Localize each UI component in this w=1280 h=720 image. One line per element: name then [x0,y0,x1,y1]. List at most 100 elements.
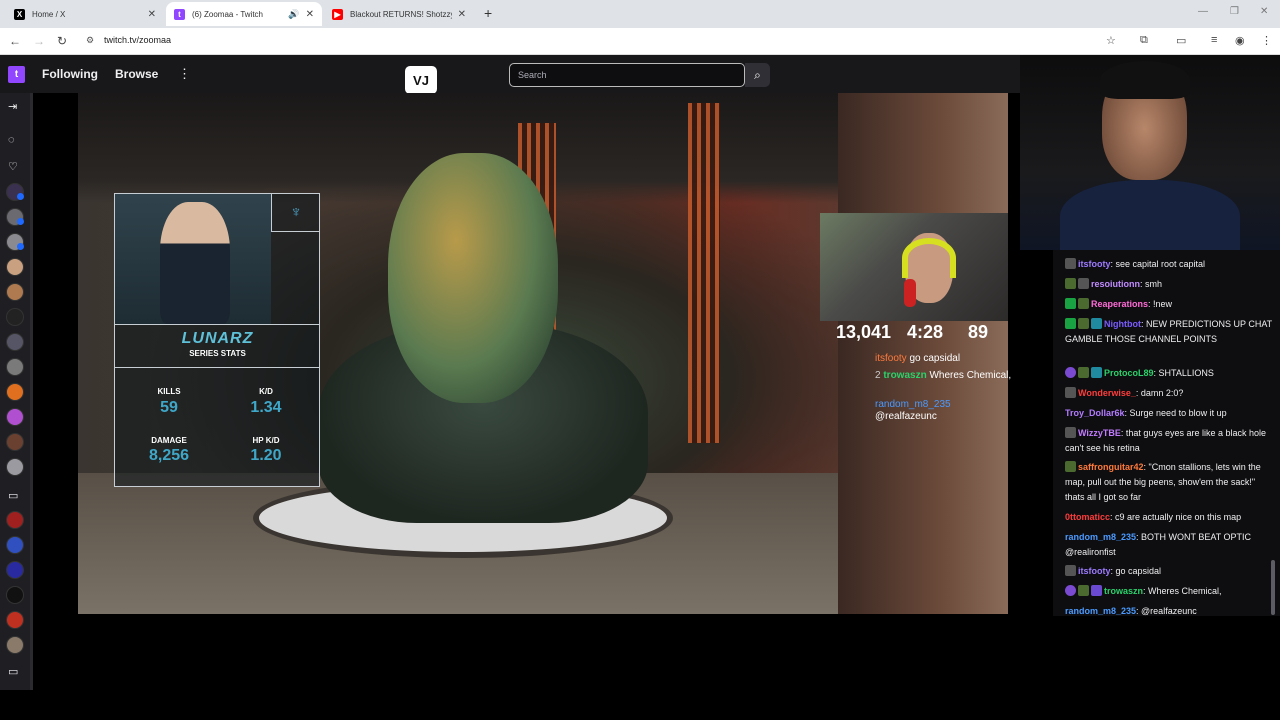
chat-text: : go capsidal [1110,566,1162,576]
maximize-icon[interactable]: ❐ [1230,6,1239,17]
channel-avatar[interactable] [6,511,24,529]
overlay-chat-line: 2 trowaszn Wheres Chemical, [875,370,1015,382]
chat-text: : @realfazeunc [1136,606,1197,616]
chat-text: : damn 2:0? [1135,388,1184,398]
stat-label: K/D [259,387,273,396]
new-tab-button[interactable]: + [484,5,492,21]
stat-label: KILLS [157,387,181,396]
video-camera-icon[interactable]: ▭ [8,489,18,502]
close-icon[interactable]: ✕ [458,9,466,20]
more-icon[interactable]: ⋮ [178,66,191,82]
forward-icon[interactable]: → [33,34,45,48]
close-window-icon[interactable]: ✕ [1260,6,1268,17]
channel-avatar[interactable] [6,458,24,476]
chat-username[interactable]: resoiutionn [1091,279,1140,289]
channel-avatar[interactable] [6,333,24,351]
chat-message: saffronguitar42: "Cmon stallions, lets w… [1065,460,1273,505]
extension-logo[interactable]: VJ [405,66,437,94]
tab-youtube[interactable]: ▶ Blackout RETURNS! Shotzzy's A ✕ [324,2,474,26]
badge-icon [1078,367,1089,378]
channel-avatar[interactable] [6,433,24,451]
search-icon[interactable]: ⌕ [745,63,770,87]
x-icon: X [14,8,25,20]
chat-message: Wonderwise_: damn 2:0? [1065,386,1273,401]
tab-home-x[interactable]: X Home / X ✕ [6,2,164,26]
chat-username[interactable]: itsfooty [1078,566,1111,576]
score-counter: 89 [968,322,989,342]
minimize-icon[interactable]: — [1198,6,1208,17]
url-field[interactable]: twitch.tv/zoomaa [104,35,171,45]
back-icon[interactable]: ← [9,34,21,48]
recommended-icon[interactable]: ◌ [8,134,15,146]
media-icon[interactable]: ≡ [1211,34,1217,46]
streamer-camera [1020,55,1280,250]
speaker-icon[interactable]: 🔊 [288,9,299,20]
channel-avatar[interactable] [6,383,24,401]
cast-icon[interactable]: ▭ [1176,34,1186,47]
site-info-icon[interactable]: ⚙ [86,35,94,46]
tab-title: Blackout RETURNS! Shotzzy's A [350,9,452,19]
chat-username[interactable]: random_m8_235 [1065,606,1136,616]
streamer-hair [1100,61,1190,99]
chat-username[interactable]: 0ttomaticc [1065,512,1110,522]
video-camera-icon[interactable]: ▭ [8,665,18,678]
badge-icon [1065,565,1076,576]
youtube-icon: ▶ [332,8,343,20]
reload-icon[interactable]: ↻ [57,34,67,48]
stat-value: 8,256 [148,447,190,464]
chat-username[interactable]: Wonderwise_ [1078,388,1136,398]
panel-divider [115,367,320,368]
chat-username[interactable]: ProtocoL89 [1104,368,1154,378]
channel-avatar[interactable] [6,258,24,276]
chat-username[interactable]: WizzyTBE [1078,428,1121,438]
search-input[interactable]: Search [509,63,745,87]
channel-avatar[interactable] [6,408,24,426]
profile-icon[interactable]: ◉ [1235,34,1245,47]
overlay-chat-text: @realfazeunc [875,411,937,422]
nav-browse[interactable]: Browse [115,67,158,81]
overlay-chat-text: go capsidal [906,353,961,364]
channel-avatar[interactable] [6,358,24,376]
player-photo [115,194,271,324]
chat-username[interactable]: trowaszn [1104,586,1143,596]
chat-username[interactable]: Reaperations [1091,299,1148,309]
bookmark-star-icon[interactable]: ☆ [1106,34,1116,47]
channel-avatar[interactable] [6,561,24,579]
chat-scrollbar[interactable] [1271,560,1275,615]
live-badge [17,193,24,200]
chat-text: : Wheres Chemical, [1143,586,1222,596]
badge-icon [1065,298,1076,309]
channel-avatar[interactable] [6,536,24,554]
close-icon[interactable]: ✕ [148,9,156,20]
channel-avatar[interactable] [6,611,24,629]
extensions-icon[interactable]: ⧉ [1140,34,1148,47]
channel-avatar[interactable] [6,586,24,604]
headphones [902,238,956,278]
tab-title: Home / X [32,9,66,19]
channel-avatar[interactable] [6,308,24,326]
nav-following[interactable]: Following [42,67,98,81]
chat-username[interactable]: Troy_Dollar6k [1065,408,1125,418]
tab-title: (6) Zoomaa - Twitch [192,9,263,19]
sidebar-scrollbar[interactable] [30,93,33,690]
chat-message: WizzyTBE: that guys eyes are like a blac… [1065,426,1273,456]
chat-username[interactable]: random_m8_235 [1065,532,1136,542]
heart-icon[interactable]: ♡ [8,160,18,173]
tab-twitch[interactable]: t (6) Zoomaa - Twitch 🔊 ✕ [166,2,322,26]
viewer-counter: 13,041 [836,322,892,342]
chat-username[interactable]: saffronguitar42 [1078,462,1144,472]
channel-avatar[interactable] [6,283,24,301]
expand-sidebar-icon[interactable]: ⇥ [8,100,17,113]
streamer-shirt [1060,180,1240,250]
chat-username[interactable]: itsfooty [1078,259,1111,269]
twitch-logo-icon[interactable]: t [8,66,25,83]
chat-message: itsfooty: see capital root capital [1065,257,1273,272]
chat-message: itsfooty: go capsidal [1065,564,1273,579]
menu-icon[interactable]: ⋮ [1261,34,1272,47]
chat-username[interactable]: Nightbot [1104,319,1141,329]
close-icon[interactable]: ✕ [306,9,314,20]
overlay-chat-text: Wheres Chemical, [926,370,1012,381]
channel-avatar[interactable] [6,636,24,654]
stat-label: HP K/D [252,436,280,445]
team-logo-icon: ♆ [271,194,320,232]
